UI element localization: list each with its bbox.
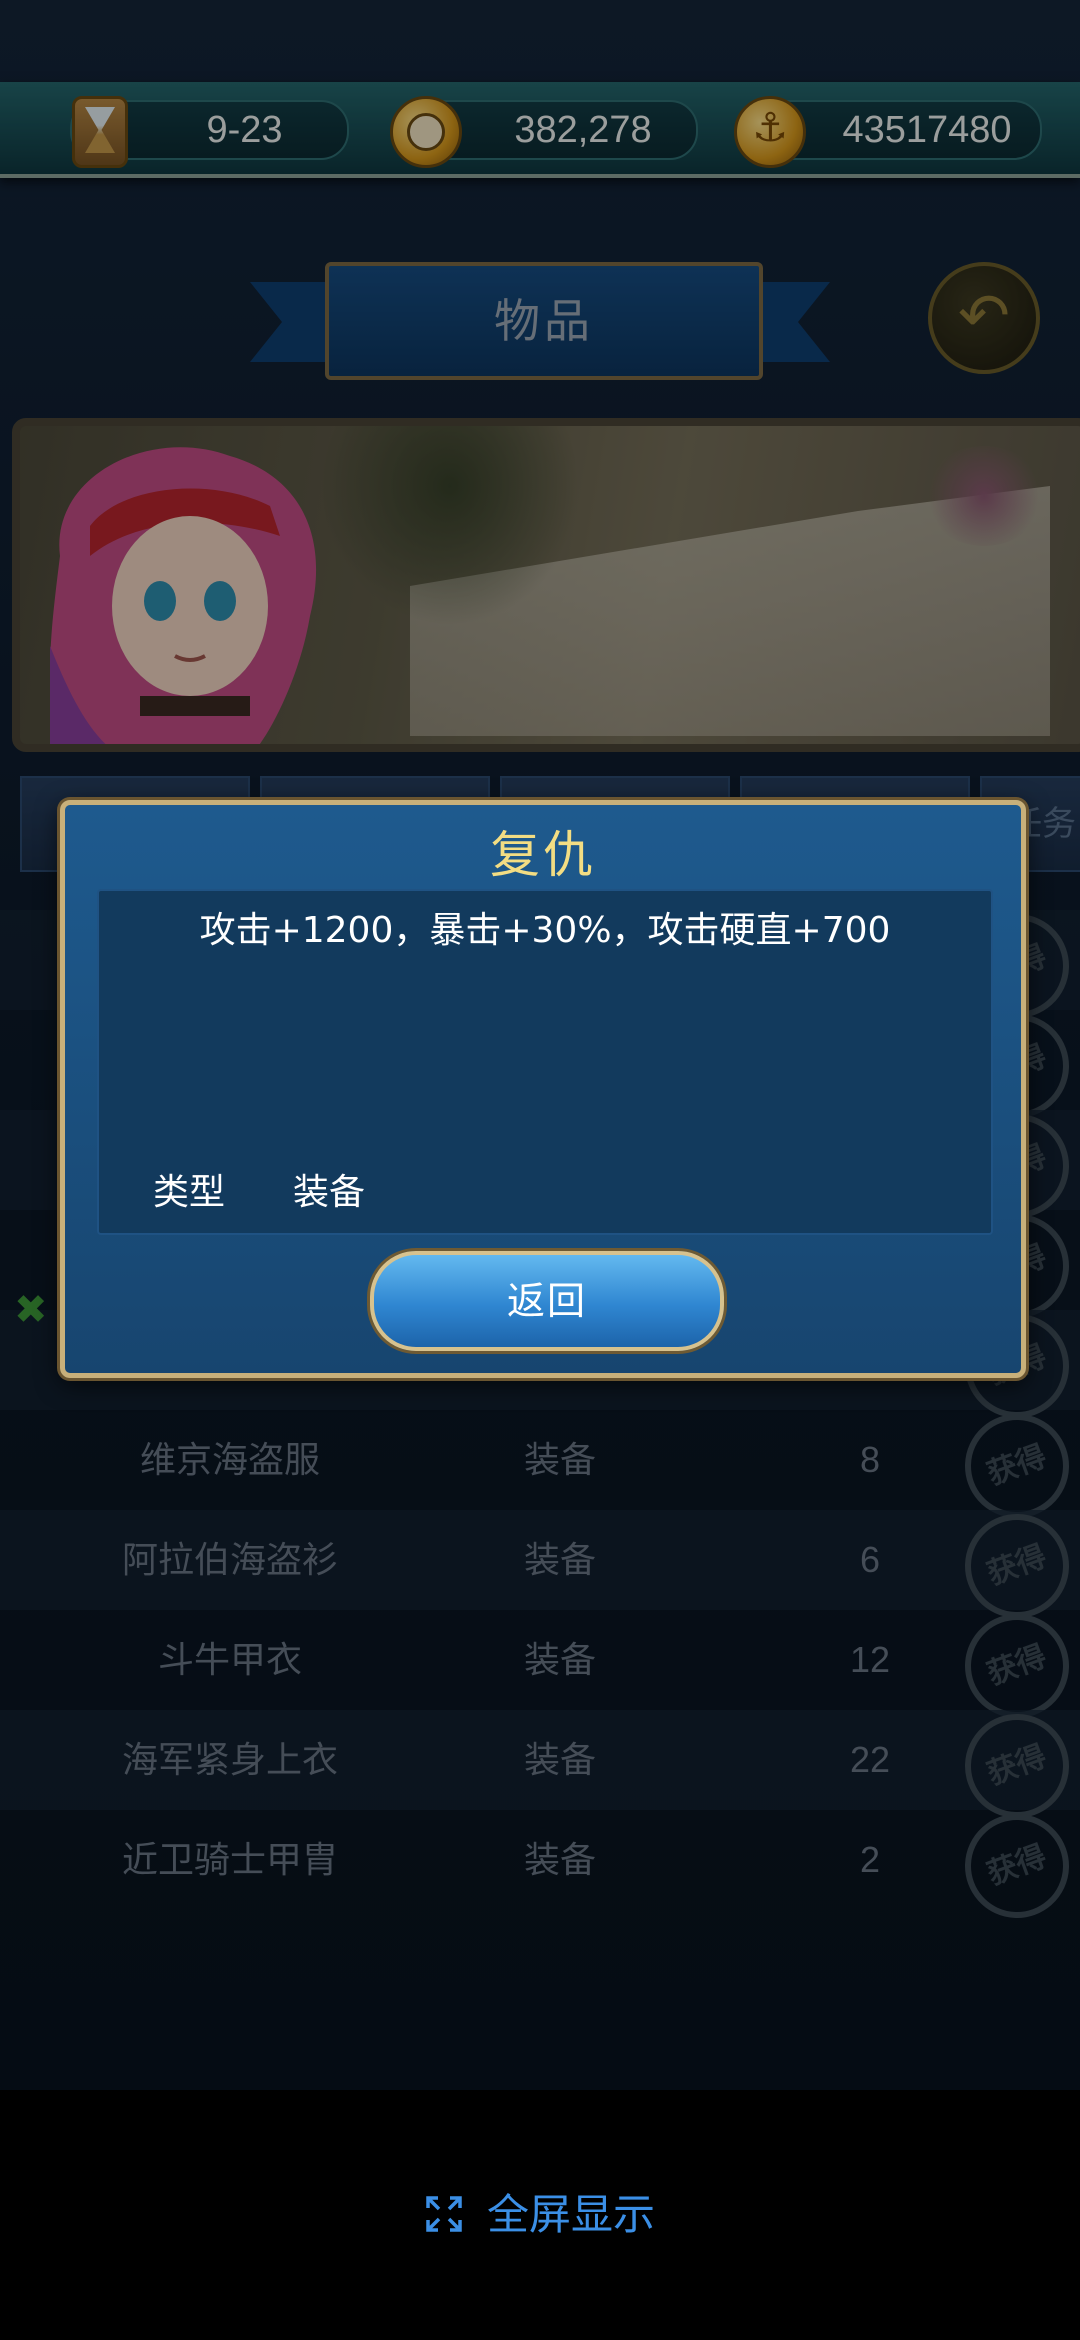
item-type-value: 装备: [293, 1172, 366, 1213]
item-detail-dialog: 复仇 攻击+1200，暴击+30%，攻击硬直+700 类型 装备 返回: [60, 800, 1026, 1378]
game-screen: 9-23 382,278 43517480 物品 ↶: [0, 0, 1080, 2090]
item-description: 攻击+1200，暴击+30%，攻击硬直+700: [199, 910, 891, 951]
fullscreen-button[interactable]: 全屏显示: [0, 2175, 1080, 2255]
dialog-title: 复仇: [490, 826, 596, 884]
return-button[interactable]: 返回: [370, 1251, 724, 1351]
item-type-label: 类型: [153, 1172, 226, 1213]
dialog-body: 攻击+1200，暴击+30%，攻击硬直+700 类型 装备: [97, 889, 993, 1235]
fullscreen-label: 全屏显示: [486, 2190, 655, 2239]
fullscreen-icon: [426, 2195, 462, 2232]
